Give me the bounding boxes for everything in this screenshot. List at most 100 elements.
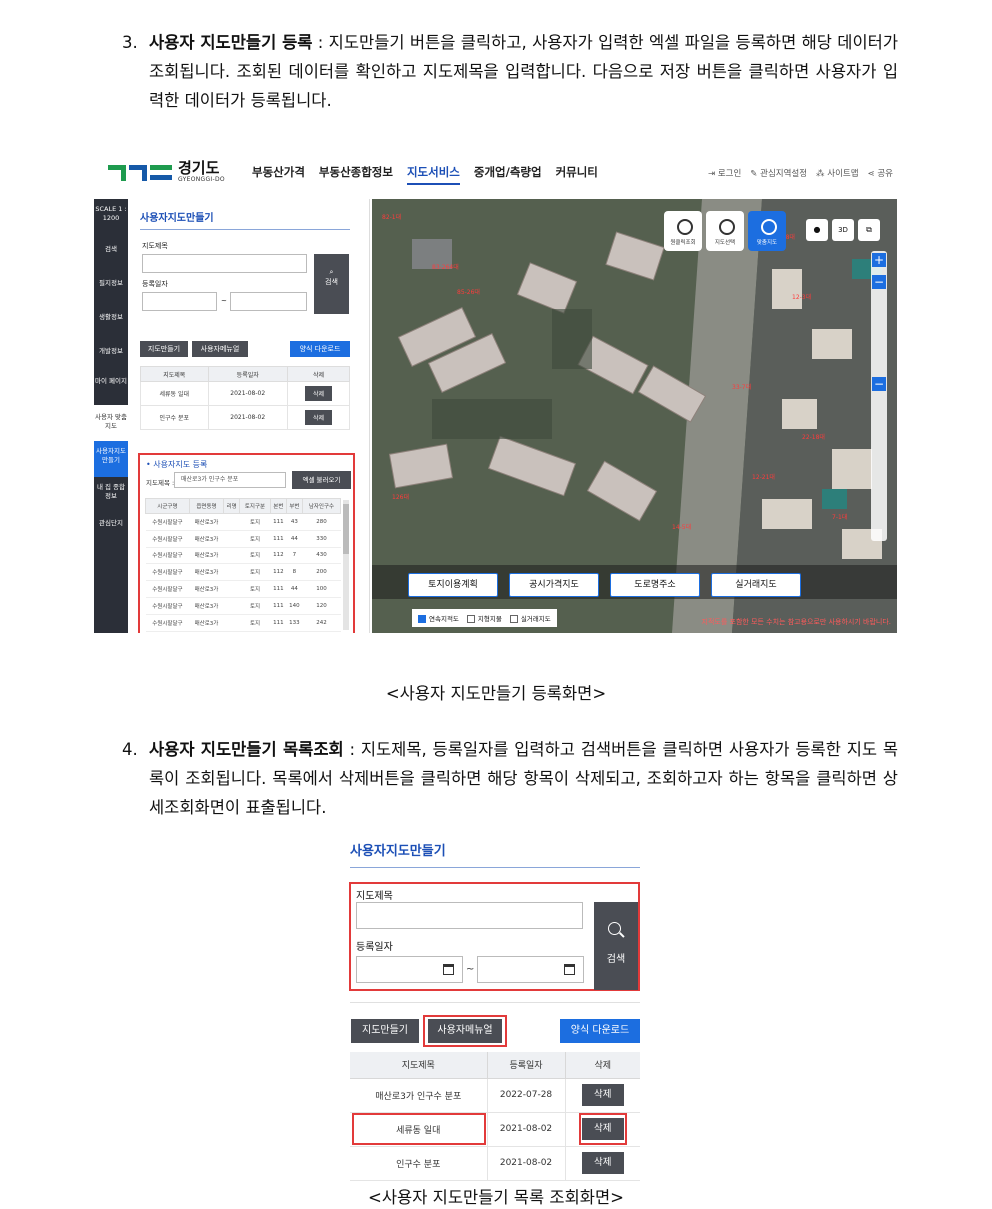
date-tilde: ~ (221, 297, 227, 305)
search-icon: ⌕ (329, 268, 334, 276)
site-header: 경기도 GYEONGGI-DO 부동산가격 부동산종합정보 지도서비스 중개업/측… (94, 147, 897, 199)
row-date: 2021-08-02 (487, 1112, 566, 1147)
svg-text:85-26대: 85-26대 (457, 288, 480, 296)
sidebar-item-development[interactable]: 개발정보 (94, 347, 128, 356)
table-row[interactable]: 인구수 분포 2021-08-02 삭제 (350, 1146, 640, 1181)
left-sidebar: SCALE 1 : 1200 검색 필지정보 생활정보 개발정보 마이 페이지 … (94, 199, 128, 633)
load-excel-button[interactable]: 엑셀 불러오기 (292, 471, 351, 489)
sidebar-item-living[interactable]: 생활정보 (94, 313, 128, 322)
map-tools: 원클릭조회 지도선택 맞춤지도 (664, 211, 786, 251)
delete-button[interactable]: 삭제 (304, 386, 332, 401)
calendar-icon[interactable] (564, 964, 575, 975)
zoom-level-icon[interactable]: − (872, 377, 886, 391)
calendar-icon[interactable] (443, 964, 454, 975)
map-title-input[interactable] (356, 902, 583, 929)
register-label: 지도제목 : (146, 479, 175, 487)
svg-text:126대: 126대 (392, 493, 409, 501)
nav-item[interactable]: 중개업/측량업 (474, 164, 542, 185)
search-label: 검색 (325, 278, 338, 286)
sitemap-link[interactable]: ⁂ 사이트맵 (816, 167, 858, 179)
layer-road-address-button[interactable]: 도로명주소 (610, 573, 700, 597)
delete-button[interactable]: 삭제 (581, 1152, 624, 1174)
table-row[interactable]: 인구수 분포 2021-08-02 삭제 (140, 405, 351, 430)
zoom-control: + − − (871, 251, 887, 541)
start-date-input[interactable] (142, 292, 217, 311)
column-header: 삭제 (565, 1052, 640, 1079)
make-map-button[interactable]: 지도만들기 (140, 341, 188, 357)
row-title[interactable]: 인구수 분포 (350, 1146, 488, 1181)
layer-price-button[interactable]: 공시가격지도 (509, 573, 599, 597)
sidebar-item-interest[interactable]: 관심단지 (94, 519, 128, 528)
column-header: 등록일자 (487, 1052, 566, 1079)
interest-area-link[interactable]: ✎ 관심지역설정 (750, 167, 807, 179)
register-title-input[interactable]: 매산로3가 인구수 분포 (174, 472, 286, 488)
sidebar-item-home-info[interactable]: 내 집 종합정보 (94, 483, 128, 501)
list-screenshot: 사용자지도만들기 지도제목 등록일자 ~ 검색 지도만들기 사용자메뉴얼 양식 … (344, 834, 644, 1181)
end-date-input[interactable] (230, 292, 307, 311)
main-nav: 부동산가격 부동산종합정보 지도서비스 중개업/측량업 커뮤니티 (252, 164, 598, 185)
download-template-button[interactable]: 양식 다운로드 (290, 341, 350, 357)
share-link[interactable]: ⋖ 공유 (868, 167, 893, 179)
sidebar-item-search[interactable]: 검색 (94, 245, 128, 254)
manual-button-highlight (423, 1015, 507, 1047)
manual-button[interactable]: 사용자메뉴얼 (192, 341, 248, 357)
caption-register: <사용자 지도만들기 등록화면> (385, 684, 607, 703)
search-button[interactable]: ⌕ 검색 (314, 254, 349, 314)
compare-icon[interactable]: ⧉ (858, 219, 880, 241)
download-template-button[interactable]: 양식 다운로드 (560, 1019, 640, 1043)
section-heading: 사용자 지도만들기 목록조회 (149, 740, 344, 759)
checkbox-cadastral[interactable]: 연속지적도 (418, 613, 459, 623)
svg-text:83-264대: 83-264대 (432, 263, 459, 271)
map-title-input[interactable] (142, 254, 307, 273)
nav-item[interactable]: 커뮤니티 (556, 164, 598, 185)
end-date-input[interactable] (477, 956, 584, 983)
sidebar-item-user-map[interactable]: 사용자지도 만들기 (94, 441, 128, 477)
row-title[interactable]: 매산로3가 인구수 분포 (350, 1078, 488, 1113)
table-row: 수원시팔달구 매산로3가 토지 111 140 120 (145, 597, 341, 615)
scale-indicator: SCALE 1 : 1200 (95, 205, 127, 222)
gyeonggi-logo[interactable]: 경기도 GYEONGGI-DO (108, 161, 225, 183)
nav-item-active[interactable]: 지도서비스 (406, 164, 460, 185)
custom-map-tool[interactable]: 맞춤지도 (748, 211, 786, 251)
start-date-input[interactable] (356, 956, 463, 983)
delete-button[interactable]: 삭제 (581, 1084, 624, 1106)
layer-bar: 토지이용계획 공시가격지도 도로명주소 실거래지도 (372, 565, 897, 599)
register-title: • 사용자지도 등록 (146, 460, 208, 469)
section-number: 4. (122, 740, 138, 759)
sidebar-item-parcel[interactable]: 필지정보 (94, 279, 128, 288)
layer-land-use-button[interactable]: 토지이용계획 (408, 573, 498, 597)
search-icon (608, 922, 621, 935)
table-row[interactable]: 매산로3가 인구수 분포 2022-07-28 삭제 (350, 1078, 640, 1113)
excel-data-table: 시군구명 읍면동명 리명 토지구분 본번 부번 남자인구수 수원시팔달구 매산로3가 토지 111… (145, 498, 342, 632)
table-row: 수원시팔달구 매산로3가 토지 112 7 430 (145, 547, 341, 565)
checkbox-transaction[interactable]: 실거래지도 (509, 613, 551, 623)
table-row[interactable]: 세류동 일대 2021-08-02 삭제 (140, 381, 351, 406)
make-map-button[interactable]: 지도만들기 (351, 1019, 419, 1043)
streetview-icon[interactable]: ● (806, 219, 828, 241)
table-row: 수원시팔달구 매산로3가 토지 111 133 242 (145, 614, 341, 632)
zoom-out-icon[interactable]: − (872, 275, 886, 289)
nav-item[interactable]: 부동산종합정보 (319, 164, 393, 185)
delete-button-highlight (579, 1113, 627, 1145)
one-click-query-tool[interactable]: 원클릭조회 (664, 211, 702, 251)
3d-icon[interactable]: 3D (832, 219, 854, 241)
vertical-scrollbar[interactable] (343, 500, 349, 630)
svg-text:82-1대: 82-1대 (382, 213, 401, 221)
section-4-paragraph: 4. 사용자 지도만들기 목록조회 : 지도제목, 등록일자를 입력하고 검색버… (122, 735, 898, 822)
sidebar-item-mypage[interactable]: 마이 페이지 (94, 377, 128, 386)
delete-button[interactable]: 삭제 (304, 410, 332, 425)
map-select-tool[interactable]: 지도선택 (706, 211, 744, 251)
svg-text:12-3대: 12-3대 (792, 293, 811, 301)
divider (350, 1002, 640, 1003)
sidebar-item-custom-map[interactable]: 사용자 맞춤지도 (94, 405, 128, 441)
search-button[interactable]: 검색 (594, 902, 638, 990)
layer-transaction-button[interactable]: 실거래지도 (711, 573, 801, 597)
satellite-map[interactable]: 82-1대83-264대85-26대 17-18대12-3대33-7대 22-1… (372, 199, 897, 633)
panel-title: 사용자지도만들기 (350, 840, 640, 868)
panel-title: 사용자지도만들기 (140, 209, 350, 230)
zoom-in-icon[interactable]: + (872, 253, 886, 267)
nav-item[interactable]: 부동산가격 (252, 164, 305, 185)
login-link[interactable]: ⇥ 로그인 (708, 167, 741, 179)
search-form-highlight: 지도제목 등록일자 ~ 검색 (349, 882, 640, 991)
checkbox-terrain[interactable]: 지형지물 (466, 613, 502, 623)
